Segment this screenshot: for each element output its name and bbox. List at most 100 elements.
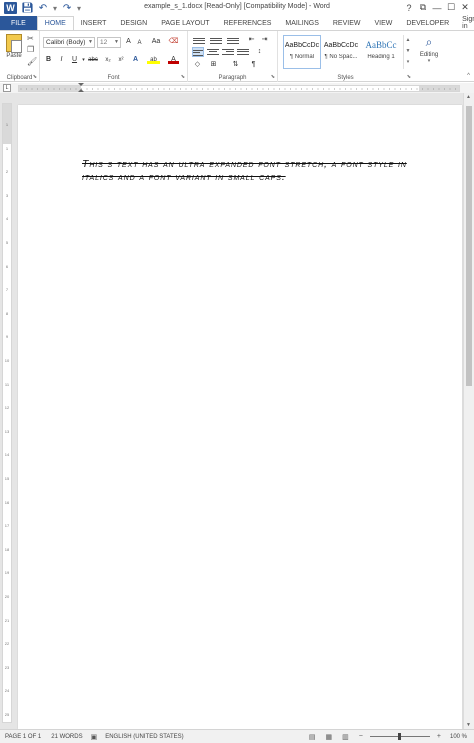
tab-view[interactable]: VIEW (367, 16, 399, 30)
zoom-level[interactable]: 100 % (448, 734, 469, 740)
vertical-ruler-number: 14 (4, 452, 10, 458)
decrease-indent-icon[interactable]: ⇤ (246, 35, 257, 45)
font-launcher-icon[interactable]: ⬊ (181, 74, 185, 80)
vertical-ruler-number: 20 (4, 594, 10, 599)
italic-button[interactable]: I (56, 55, 67, 65)
zoom-slider-thumb[interactable] (397, 733, 401, 740)
chevron-up-icon[interactable]: ▲ (404, 35, 412, 46)
zoom-in-button[interactable]: + (434, 733, 444, 740)
vertical-ruler-number: 23 (4, 664, 10, 670)
word-count[interactable]: 21 WORDS (46, 734, 87, 740)
paragraph-launcher-icon[interactable]: ⬊ (271, 74, 275, 80)
document-page[interactable]: This s text has an ultra expanded font s… (18, 105, 462, 729)
cut-icon[interactable]: ✂ (27, 34, 34, 43)
print-layout-icon[interactable]: ▦ (323, 733, 336, 741)
styles-gallery-scroll[interactable]: ▲ ▼ ▾ (403, 35, 412, 69)
style-no-spacing[interactable]: AaBbCcDc ¶ No Spac... (322, 35, 360, 69)
vertical-scrollbar[interactable]: ▲ ▼ (463, 93, 474, 729)
tab-developer[interactable]: DEVELOPER (399, 16, 456, 30)
style-heading-1[interactable]: AaBbCc Heading 1 (362, 35, 400, 69)
shrink-font-button[interactable]: A (134, 38, 145, 48)
show-formatting-button[interactable]: ¶ (248, 60, 259, 70)
clipboard-launcher-icon[interactable]: ⬊ (33, 74, 37, 80)
grow-font-button[interactable]: A (123, 37, 134, 47)
align-right-icon[interactable] (222, 47, 234, 57)
font-size-value: 12 (100, 39, 108, 46)
borders-icon[interactable]: ⊞ (208, 60, 219, 70)
numbering-icon[interactable] (210, 36, 222, 46)
vertical-ruler[interactable]: 1 1 2 3 4 5 6 7 8 9 10 11 12 13 14 15 16 17 18 19 20 21 22 23 24… (2, 103, 12, 723)
chevron-down-icon[interactable]: ▼ (404, 46, 412, 57)
vertical-ruler-number: 1 (5, 145, 9, 151)
document-body-text[interactable]: This s text has an ultra expanded font s… (82, 158, 412, 183)
ribbon-display-options-button[interactable]: ⧉ (416, 1, 430, 14)
maximize-button[interactable]: ☐ (444, 1, 458, 14)
text-highlight-button[interactable]: ab (147, 55, 160, 64)
title-bar: W 💾︎ ↶ ▾ ↷ ▾ example_s_1.docx [Read-Only… (0, 0, 474, 16)
sort-icon[interactable]: ⇅ (230, 60, 241, 70)
font-color-button[interactable]: A (168, 55, 179, 64)
indent-marker[interactable] (78, 83, 84, 92)
scrollbar-thumb[interactable] (466, 106, 472, 386)
tab-review[interactable]: REVIEW (326, 16, 368, 30)
undo-icon[interactable]: ↶ (37, 3, 49, 14)
vertical-ruler-number: 15 (4, 476, 10, 481)
save-icon[interactable]: 💾︎ (21, 3, 34, 14)
shading-icon[interactable]: ◇ (192, 60, 203, 70)
proofing-icon[interactable]: ▣ (88, 733, 101, 741)
close-button[interactable]: ✕ (458, 1, 472, 14)
scroll-up-icon[interactable]: ▲ (466, 94, 471, 100)
paste-button[interactable]: Paste (3, 34, 25, 59)
clear-formatting-icon[interactable]: ⌫ (168, 37, 179, 47)
style-normal[interactable]: AaBbCcDc ¶ Normal (283, 35, 321, 69)
sign-in-link[interactable]: Sign in (456, 16, 474, 30)
tab-file[interactable]: FILE (0, 16, 37, 30)
text-effects-button[interactable]: A (130, 55, 141, 65)
line-spacing-icon[interactable]: ↕ (254, 47, 265, 57)
gallery-more-icon[interactable]: ▾ (404, 57, 412, 68)
align-left-icon[interactable] (192, 47, 204, 57)
font-size-dropdown[interactable]: 12 ▼ (97, 37, 121, 48)
superscript-button[interactable]: x² (115, 55, 127, 65)
format-painter-icon[interactable]: 🖌︎ (27, 57, 37, 66)
paste-label: Paste (6, 53, 22, 59)
undo-dropdown-icon[interactable]: ▾ (53, 4, 57, 13)
tab-home[interactable]: HOME (36, 16, 74, 30)
word-app-icon[interactable]: W (4, 2, 17, 14)
help-button[interactable]: ? (402, 1, 416, 14)
tab-selector[interactable]: L (3, 84, 11, 92)
multilevel-list-icon[interactable] (227, 36, 239, 46)
bold-button[interactable]: B (43, 55, 54, 65)
minimize-button[interactable]: — (430, 1, 444, 14)
tab-references[interactable]: REFERENCES (217, 16, 279, 30)
justify-icon[interactable] (237, 47, 249, 57)
copy-icon[interactable]: ❐ (27, 45, 34, 54)
tab-page-layout[interactable]: PAGE LAYOUT (154, 16, 216, 30)
read-mode-icon[interactable]: ▤ (306, 733, 319, 741)
web-layout-icon[interactable]: ▥ (339, 733, 352, 741)
horizontal-ruler: L (0, 83, 474, 93)
font-name-dropdown[interactable]: Calibri (Body) ▼ (43, 37, 95, 48)
tab-insert[interactable]: INSERT (74, 16, 114, 30)
strikethrough-button[interactable]: abc (86, 55, 100, 65)
zoom-slider[interactable] (369, 733, 430, 740)
change-case-button[interactable]: Aa (149, 37, 163, 47)
vertical-ruler-number: 7 (5, 287, 9, 293)
tab-mailings[interactable]: MAILINGS (278, 16, 325, 30)
editing-button[interactable]: ⌕ Editing ▾ (416, 35, 442, 64)
language-indicator[interactable]: ENGLISH (UNITED STATES) (100, 734, 188, 740)
collapse-ribbon-icon[interactable]: ^ (467, 73, 470, 79)
redo-icon[interactable]: ↷ (61, 3, 73, 14)
ruler-track[interactable] (18, 85, 460, 92)
subscript-button[interactable]: x₂ (102, 55, 114, 65)
ribbon-tabs: FILE HOME INSERT DESIGN PAGE LAYOUT REFE… (0, 16, 474, 30)
tab-design[interactable]: DESIGN (113, 16, 154, 30)
customize-qat-icon[interactable]: ▾ (77, 4, 81, 13)
align-center-icon[interactable] (207, 47, 219, 57)
page-count[interactable]: PAGE 1 OF 1 (0, 734, 46, 740)
scroll-down-icon[interactable]: ▼ (466, 722, 471, 728)
bullets-icon[interactable] (193, 36, 205, 46)
zoom-out-button[interactable]: − (356, 733, 366, 740)
styles-launcher-icon[interactable]: ⬊ (407, 74, 411, 80)
increase-indent-icon[interactable]: ⇥ (259, 35, 270, 45)
